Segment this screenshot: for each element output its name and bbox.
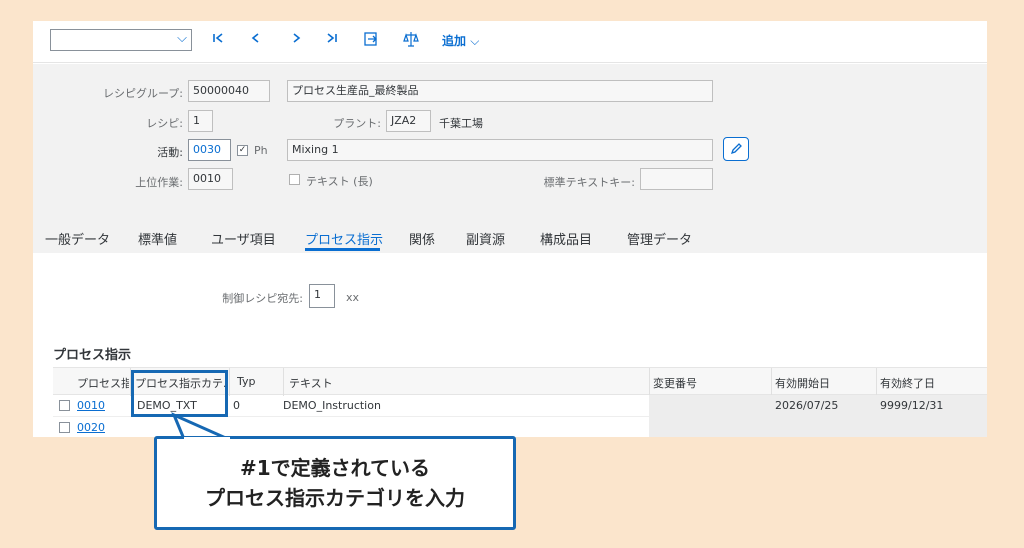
tab-general-data[interactable]: 一般データ bbox=[45, 229, 110, 248]
recipe-group-label: レシピグループ: bbox=[102, 87, 183, 100]
recipe-group-description[interactable]: プロセス生産品_最終製品 bbox=[287, 80, 713, 102]
tab-admin-data[interactable]: 管理データ bbox=[627, 229, 692, 248]
chevron-down-icon: ⌵ bbox=[177, 31, 187, 46]
row-select-checkbox[interactable] bbox=[59, 422, 70, 433]
column-divider bbox=[876, 368, 877, 396]
text-long-label: テキスト (長) bbox=[306, 175, 373, 188]
tab-user-fields[interactable]: ユーザ項目 bbox=[211, 229, 276, 248]
activity-description[interactable]: Mixing 1 bbox=[287, 139, 713, 161]
add-menu-label: 追加 bbox=[442, 34, 467, 48]
pencil-icon bbox=[730, 143, 742, 155]
next-icon[interactable] bbox=[287, 31, 305, 51]
col-header-typ[interactable]: Typ bbox=[237, 375, 277, 388]
parent-operation-label: 上位作業: bbox=[135, 176, 183, 189]
col-header-no[interactable]: プロセス指 bbox=[77, 375, 129, 391]
tab-bar: 一般データ 標準値 ユーザ項目 プロセス指示 関係 副資源 構成品目 管理データ bbox=[33, 219, 987, 253]
first-page-icon[interactable] bbox=[209, 31, 227, 51]
row-valid-to: 9999/12/31 bbox=[880, 399, 944, 412]
col-header-valid-to[interactable]: 有効終了日 bbox=[880, 375, 980, 391]
row-select-checkbox[interactable] bbox=[59, 400, 70, 411]
parent-operation-field[interactable]: 0010 bbox=[188, 168, 233, 190]
tab-standard-values[interactable]: 標準値 bbox=[138, 229, 177, 248]
plant-name: 千葉工場 bbox=[439, 117, 483, 130]
control-recipe-field[interactable]: 1 bbox=[309, 284, 335, 308]
recipe-label: レシピ: bbox=[146, 117, 183, 130]
active-tab-indicator bbox=[305, 248, 380, 251]
column-divider bbox=[283, 368, 284, 396]
control-recipe-label: 制御レシピ宛先: bbox=[222, 292, 303, 305]
tab-secondary-resources[interactable]: 副資源 bbox=[466, 229, 505, 248]
std-text-key-label: 標準テキストキー: bbox=[543, 176, 635, 189]
column-divider bbox=[649, 368, 650, 396]
chevron-down-icon: ⌵ bbox=[470, 34, 480, 48]
category-column-highlight bbox=[131, 370, 228, 417]
callout-pointer-join bbox=[184, 437, 230, 441]
col-header-text[interactable]: テキスト bbox=[289, 375, 409, 391]
plant-field[interactable]: JZA2 bbox=[386, 110, 431, 132]
plant-label: プラント: bbox=[333, 117, 381, 130]
column-divider bbox=[771, 368, 772, 396]
row-no-link[interactable]: 0010 bbox=[77, 399, 105, 412]
section-title: プロセス指示 bbox=[53, 348, 132, 363]
tab-components[interactable]: 構成品目 bbox=[540, 229, 592, 248]
std-text-key-field[interactable] bbox=[640, 168, 713, 190]
col-header-valid-from[interactable]: 有効開始日 bbox=[775, 375, 865, 391]
text-long-checkbox[interactable] bbox=[289, 174, 300, 185]
tab-process-instructions[interactable]: プロセス指示 bbox=[305, 229, 383, 248]
callout-line-2: プロセス指示カテゴリを入力 bbox=[205, 486, 465, 510]
edit-text-button[interactable] bbox=[723, 137, 749, 161]
toolbar: ⌵ 追加 ⌵ bbox=[33, 21, 987, 63]
readonly-cell bbox=[649, 417, 987, 437]
ph-label: Ph bbox=[254, 144, 268, 157]
annotation-callout: #1で定義されている プロセス指示カテゴリを入力 bbox=[154, 436, 516, 530]
row-no-link[interactable]: 0020 bbox=[77, 421, 105, 434]
col-header-change-no[interactable]: 変更番号 bbox=[653, 375, 763, 391]
recipe-group-field[interactable]: 50000040 bbox=[188, 80, 270, 102]
last-page-icon[interactable] bbox=[323, 31, 341, 51]
add-menu-button[interactable]: 追加 ⌵ bbox=[442, 32, 479, 49]
callout-line-1: #1で定義されている bbox=[239, 456, 431, 480]
row-valid-from: 2026/07/25 bbox=[775, 399, 839, 412]
header-form: レシピグループ: 50000040 プロセス生産品_最終製品 レシピ: 1 プラ… bbox=[33, 64, 987, 219]
row-typ[interactable]: 0 bbox=[233, 399, 240, 412]
recipe-field[interactable]: 1 bbox=[188, 110, 213, 132]
toolbar-select[interactable]: ⌵ bbox=[50, 29, 192, 51]
column-divider bbox=[229, 368, 230, 396]
previous-icon[interactable] bbox=[247, 31, 265, 51]
tab-relationships[interactable]: 関係 bbox=[409, 229, 435, 248]
row-text[interactable]: DEMO_Instruction bbox=[283, 399, 381, 412]
activity-field[interactable]: 0030 bbox=[188, 139, 231, 161]
activity-label: 活動: bbox=[157, 146, 183, 159]
ph-checkbox[interactable]: ✓ bbox=[237, 145, 248, 156]
control-recipe-suffix: xx bbox=[346, 291, 360, 304]
export-icon[interactable] bbox=[361, 31, 381, 51]
compare-icon[interactable] bbox=[401, 31, 421, 51]
